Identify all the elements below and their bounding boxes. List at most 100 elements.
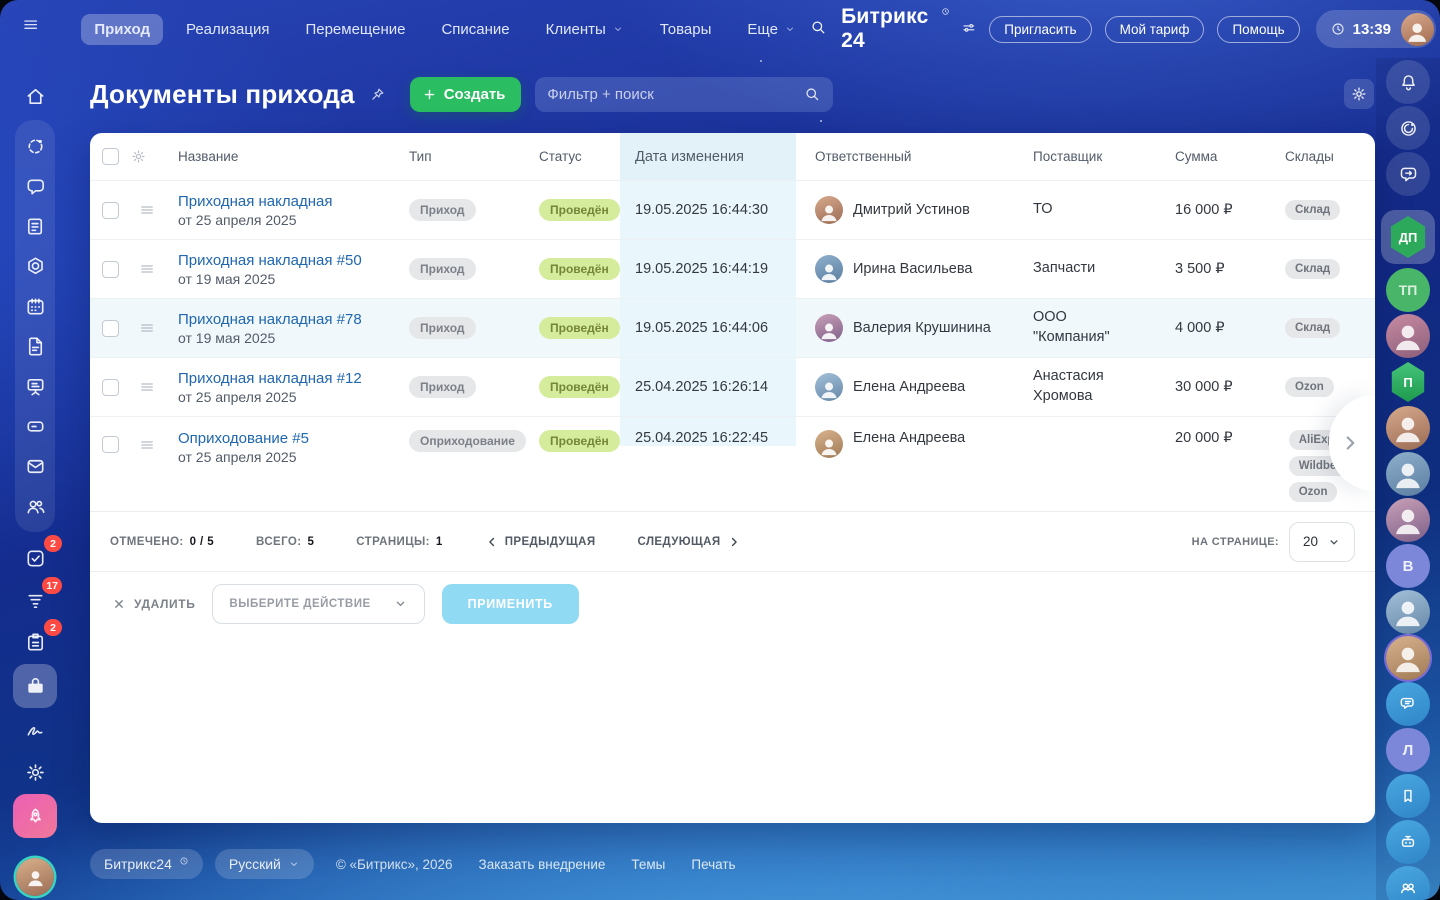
footer-link-implementation[interactable]: Заказать внедрение — [479, 857, 606, 872]
sidebar-item-board[interactable] — [15, 366, 55, 406]
profile-avatar[interactable] — [16, 858, 54, 896]
invite-button[interactable]: Пригласить — [989, 15, 1092, 43]
responsible-avatar[interactable] — [815, 255, 843, 283]
time-tracker[interactable]: 13:39 — [1315, 10, 1436, 48]
action-select[interactable]: ВЫБЕРИТЕ ДЕЙСТВИЕ — [212, 583, 425, 624]
row-checkbox[interactable] — [101, 260, 119, 278]
document-link[interactable]: Приходная накладная #78 — [178, 311, 362, 328]
grid-settings-gear-icon[interactable] — [130, 148, 147, 165]
rail-user-avatar[interactable] — [1386, 314, 1430, 358]
pin-icon[interactable] — [369, 86, 386, 103]
delete-button[interactable]: УДАЛИТЬ — [112, 597, 195, 611]
sidebar-item-clipboard[interactable]: 2 — [15, 619, 62, 662]
tab-перемещение[interactable]: Перемещение — [292, 14, 418, 45]
apply-button[interactable]: ПРИМЕНИТЬ — [441, 583, 579, 624]
row-checkbox[interactable] — [101, 378, 119, 396]
tab-приход[interactable]: Приход — [81, 13, 163, 45]
sidebar-item-people[interactable] — [15, 486, 55, 526]
filter-search-input[interactable] — [547, 85, 804, 103]
drag-handle-icon[interactable] — [138, 201, 156, 219]
responsible-avatar[interactable] — [815, 430, 843, 458]
sidebar-item-gear[interactable] — [15, 752, 55, 792]
row-checkbox[interactable] — [101, 319, 119, 337]
sidebar-item-feed[interactable] — [15, 206, 55, 246]
row-checkbox[interactable] — [101, 201, 119, 219]
sliders-icon[interactable] — [961, 20, 977, 39]
tab-реализация[interactable]: Реализация — [173, 14, 282, 45]
document-link[interactable]: Приходная накладная #12 — [178, 370, 362, 387]
my-plan-button[interactable]: Мой тариф — [1104, 15, 1205, 43]
drag-handle-icon[interactable] — [138, 319, 156, 337]
footer-link-print[interactable]: Печать — [691, 857, 735, 872]
footer-brand-button[interactable]: Битрикс24 — [90, 849, 203, 879]
document-link[interactable]: Приходная накладная — [178, 193, 332, 210]
prev-page-button[interactable]: ПРЕДЫДУЩАЯ — [485, 535, 596, 549]
rail-user-avatar[interactable] — [1386, 452, 1430, 496]
tab-списание[interactable]: Списание — [428, 14, 522, 45]
user-avatar[interactable] — [1401, 12, 1434, 46]
table-row[interactable]: Приходная накладная #78 от 19 мая 2025 При… — [90, 298, 1375, 357]
responsible-avatar[interactable] — [815, 196, 843, 224]
rail-user-avatar[interactable] — [1386, 590, 1430, 634]
language-select[interactable]: Русский — [214, 849, 314, 879]
rail-button-users[interactable] — [1386, 866, 1430, 900]
sidebar-item-store[interactable] — [13, 664, 57, 708]
sidebar-item-pulse[interactable] — [15, 126, 55, 166]
rail-chat-Л[interactable]: Л — [1386, 728, 1430, 772]
rail-bot-avatar[interactable] — [1386, 820, 1430, 864]
sidebar-item-drive[interactable] — [15, 406, 55, 446]
column-header-modified[interactable]: Дата изменения — [620, 133, 796, 180]
rail-chat-ТП[interactable]: ТП — [1386, 268, 1430, 312]
rail-user-avatar[interactable] — [1386, 406, 1430, 450]
footer-link-themes[interactable]: Темы — [631, 857, 665, 872]
rail-button-chat-arrows[interactable] — [1386, 152, 1430, 196]
sidebar-item-document[interactable] — [15, 326, 55, 366]
table-row[interactable]: Оприходование #5 от 25 апреля 2025 Оприход… — [90, 416, 1375, 511]
hamburger-menu-icon[interactable] — [22, 16, 39, 42]
rail-chat-В[interactable]: В — [1386, 544, 1430, 588]
drag-handle-icon[interactable] — [138, 260, 156, 278]
column-header-amount[interactable]: Сумма — [1156, 149, 1266, 164]
select-all-checkbox[interactable] — [101, 148, 119, 165]
row-checkbox[interactable] — [101, 436, 119, 453]
column-header-responsible[interactable]: Ответственный — [796, 149, 1014, 164]
sidebar-item-calendar[interactable] — [15, 286, 55, 326]
responsible-avatar[interactable] — [815, 314, 843, 342]
table-row[interactable]: Приходная накладная #50 от 19 мая 2025 При… — [90, 239, 1375, 298]
column-header-status[interactable]: Статус — [520, 149, 620, 164]
sidebar-item-mail[interactable] — [15, 446, 55, 486]
rail-user-avatar[interactable] — [1386, 636, 1430, 680]
drag-handle-icon[interactable] — [138, 436, 156, 454]
rail-button-chat-bubbles[interactable] — [1386, 682, 1430, 726]
search-icon[interactable] — [809, 18, 827, 40]
help-button[interactable]: Помощь — [1217, 15, 1300, 43]
sidebar-item-messenger[interactable] — [15, 166, 55, 206]
next-page-button[interactable]: СЛЕДУЮЩАЯ — [638, 535, 741, 549]
rail-chat-ДП-active[interactable]: ДП — [1381, 210, 1435, 264]
filter-search-box[interactable] — [535, 76, 834, 112]
drag-handle-icon[interactable] — [138, 378, 156, 396]
sidebar-item-hexring[interactable] — [15, 246, 55, 286]
column-header-warehouses[interactable]: Склады — [1266, 149, 1375, 164]
rail-button-copilot[interactable] — [1386, 106, 1430, 150]
per-page-select[interactable]: 20 — [1289, 521, 1355, 562]
sidebar-item-funnel[interactable]: 17 — [15, 577, 62, 620]
document-link[interactable]: Приходная накладная #50 — [178, 252, 362, 269]
sidebar-item-rocket[interactable] — [13, 794, 57, 838]
create-button[interactable]: Создать — [409, 76, 522, 112]
filter-search-icon[interactable] — [803, 85, 821, 103]
rail-button-bell[interactable] — [1386, 60, 1430, 104]
tab-клиенты[interactable]: Клиенты — [533, 14, 637, 45]
tab-еще[interactable]: Еще — [734, 14, 809, 45]
column-header-name[interactable]: Название — [164, 149, 390, 164]
document-link[interactable]: Оприходование #5 — [178, 430, 309, 447]
rail-chat-П[interactable]: П — [1386, 360, 1430, 404]
column-header-type[interactable]: Тип — [390, 149, 520, 164]
rail-button-bookmark[interactable] — [1386, 774, 1430, 818]
sidebar-item-tasks[interactable]: 2 — [15, 535, 62, 578]
table-row[interactable]: Приходная накладная от 25 апреля 2025 Прих… — [90, 180, 1375, 239]
sidebar-item-signature[interactable] — [15, 710, 55, 750]
page-settings-button[interactable] — [1344, 79, 1374, 109]
tab-товары[interactable]: Товары — [647, 14, 725, 45]
rail-user-avatar[interactable] — [1386, 498, 1430, 542]
